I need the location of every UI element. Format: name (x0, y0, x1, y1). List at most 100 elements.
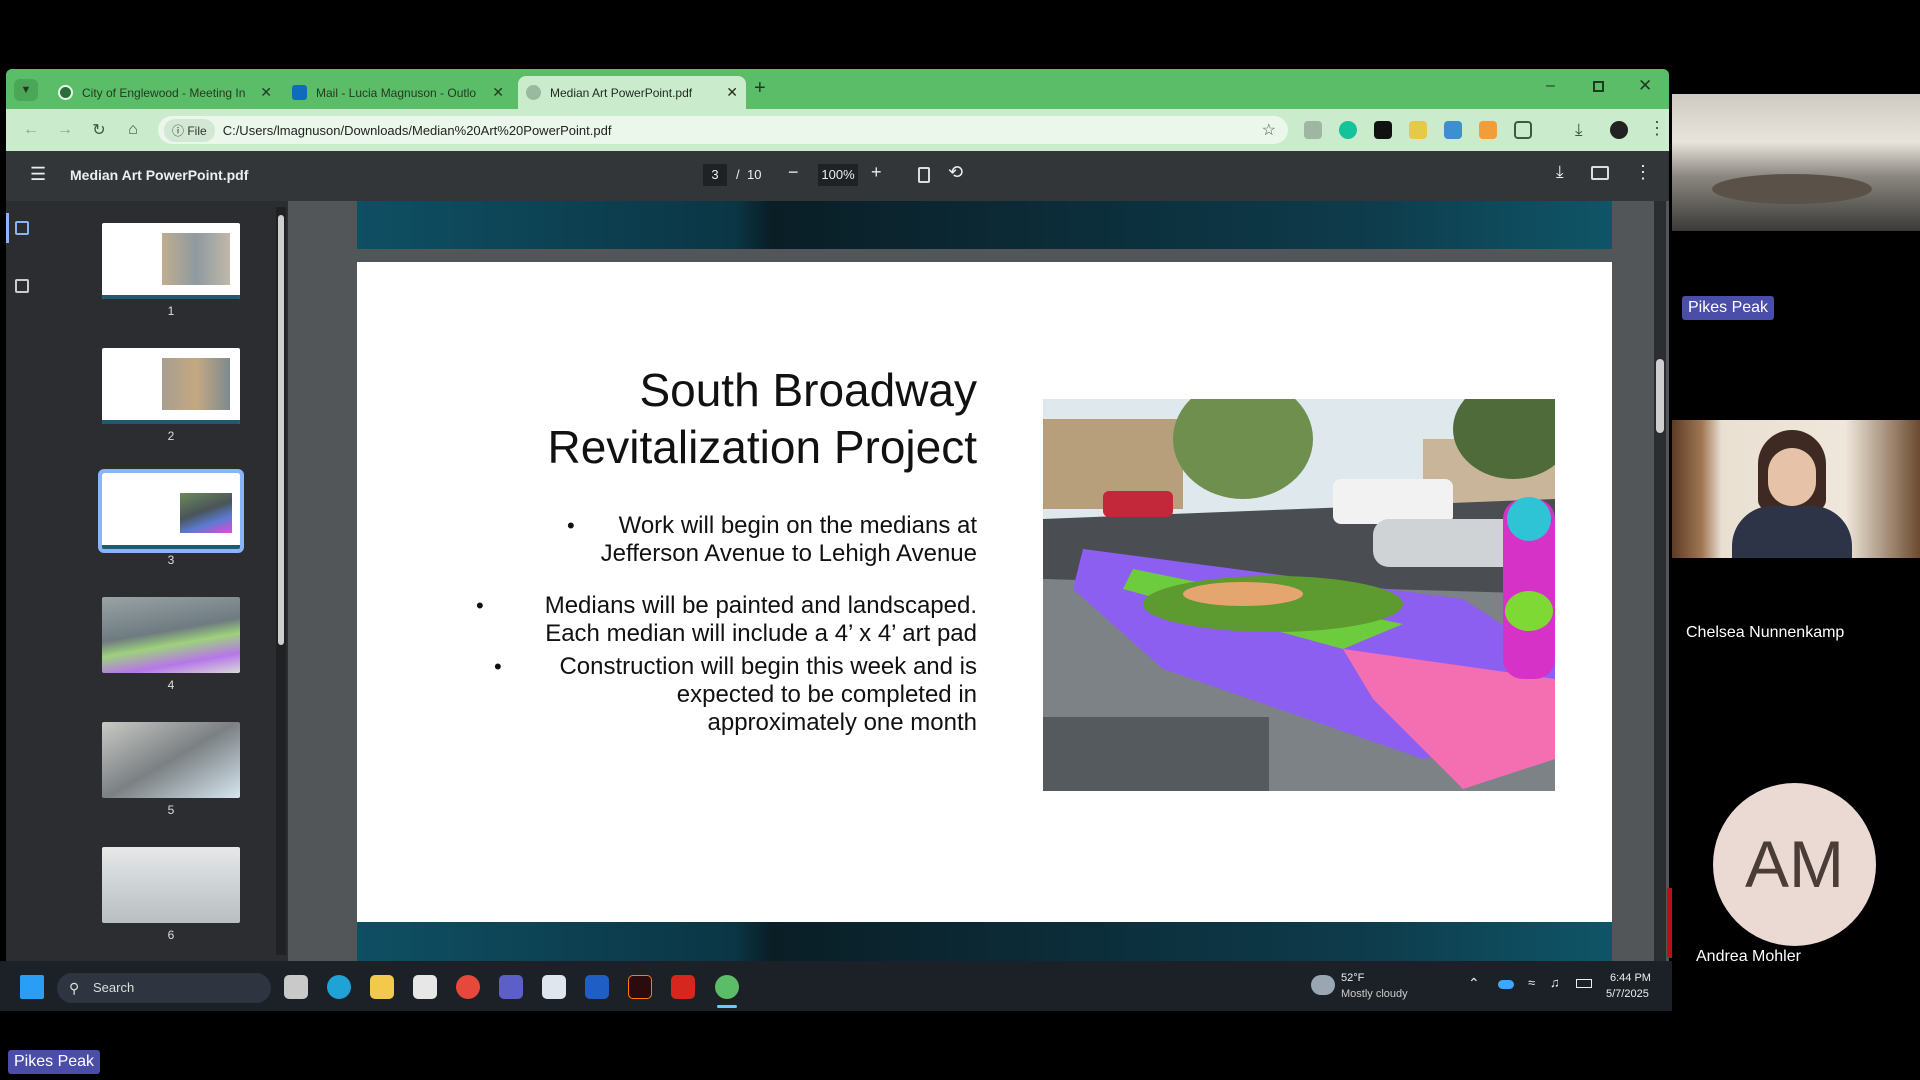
tab-search-button[interactable]: ▼ (14, 79, 38, 101)
minimize-icon[interactable]: – (1546, 77, 1555, 95)
thumbnail-photo (162, 233, 230, 285)
zoom-in-icon[interactable]: + (871, 162, 882, 183)
chrome-icon[interactable] (456, 975, 480, 999)
page-number-input[interactable]: 3 (703, 164, 727, 186)
page-thumbnail-2[interactable] (102, 348, 240, 424)
thumbnails-view-icon[interactable] (15, 221, 29, 235)
clock-date[interactable]: 5/7/2025 (1606, 988, 1649, 1000)
close-tab-icon[interactable]: ✕ (492, 84, 504, 101)
bullet-3-line-2: expected to be completed in (676, 681, 977, 708)
microsoft-store-icon[interactable] (413, 975, 437, 999)
file-chip-label: File (187, 123, 207, 138)
avatar-andrea-mohler: AM (1713, 783, 1876, 946)
maximize-icon[interactable] (1593, 81, 1604, 92)
thumbnail-photo (162, 358, 230, 410)
tab-median-art-pdf[interactable]: Median Art PowerPoint.pdf ✕ (518, 76, 746, 109)
viewer-scrollbar-thumb[interactable] (1656, 359, 1664, 433)
weather-temp: 52°F (1341, 972, 1365, 984)
dictionary-extension-icon[interactable] (1409, 121, 1427, 139)
bullet-3: • Construction will begin this week and … (487, 653, 977, 737)
outline-view-icon[interactable] (15, 279, 29, 293)
browser-menu-icon[interactable]: ⋮ (1648, 118, 1666, 139)
zoom-input[interactable]: 100% (818, 164, 858, 186)
weather-icon[interactable] (1311, 975, 1335, 995)
participant-person (1732, 430, 1852, 558)
bullet-dot: • (494, 654, 502, 679)
show-hidden-icons-icon[interactable]: ⌃ (1468, 975, 1480, 992)
fit-page-icon[interactable] (918, 167, 930, 183)
snipping-tool-icon[interactable] (542, 975, 566, 999)
page-thumbnail-1[interactable] (102, 223, 240, 299)
taskbar-search-box[interactable]: ⚲ Search (57, 973, 271, 1003)
wifi-icon[interactable]: ≈ (1528, 975, 1535, 990)
tab-title: Mail - Lucia Magnuson - Outlo (316, 85, 477, 100)
volume-icon[interactable]: ♫ (1550, 975, 1560, 990)
illustrator-icon[interactable] (628, 975, 652, 999)
page-thumbnail-3-selected[interactable] (98, 469, 244, 553)
word-icon[interactable] (585, 975, 609, 999)
close-tab-icon[interactable]: ✕ (726, 84, 738, 101)
profile-avatar[interactable] (1610, 121, 1628, 139)
reload-icon[interactable]: ↻ (82, 120, 116, 140)
puzzle-extensions-icon[interactable] (1514, 121, 1532, 139)
chrome-active-icon[interactable] (715, 975, 739, 999)
pdf-more-icon[interactable]: ⋮ (1634, 162, 1652, 183)
weather-desc: Mostly cloudy (1341, 988, 1408, 1000)
page-thumbnail-5[interactable] (102, 722, 240, 798)
zoom-out-icon[interactable]: − (788, 162, 799, 183)
windows-start-icon[interactable] (20, 975, 44, 999)
active-view-indicator (6, 213, 9, 243)
outlook-icon (292, 85, 307, 100)
grammarly-extension-icon[interactable] (1339, 121, 1357, 139)
battery-icon[interactable] (1576, 979, 1592, 988)
conference-table (1712, 174, 1872, 204)
participant-name-chelsea: Chelsea Nunnenkamp (1686, 624, 1845, 641)
median-rendering-illustration (1043, 399, 1555, 791)
onedrive-icon[interactable] (1498, 980, 1514, 989)
thumbnail-number: 2 (167, 429, 175, 443)
page-separator: / (736, 167, 740, 182)
bullet-2-line-2: Each median will include a 4’ x 4’ art p… (545, 620, 977, 647)
bullet-2: • Medians will be painted and landscaped… (467, 592, 977, 648)
back-icon[interactable]: ← (14, 121, 48, 139)
camera-extension-icon[interactable] (1304, 121, 1322, 139)
close-tab-icon[interactable]: ✕ (260, 84, 272, 101)
file-explorer-icon[interactable] (370, 975, 394, 999)
thumbnail-number: 6 (167, 928, 175, 942)
acrobat-icon[interactable] (671, 975, 695, 999)
rotate-icon[interactable]: ⟲ (948, 162, 963, 183)
page-thumbnail-4[interactable] (102, 597, 240, 673)
viewer-scrollbar[interactable] (1654, 201, 1666, 961)
right-edge-accent (1667, 888, 1672, 958)
blue-extension-icon[interactable] (1444, 121, 1462, 139)
rss-extension-icon[interactable] (1479, 121, 1497, 139)
thumbnail-scrollbar-thumb[interactable] (278, 215, 284, 645)
pdf-toolbar: ☰ Median Art PowerPoint.pdf 3 / 10 − 100… (6, 151, 1669, 201)
address-bar[interactable]: ⓘ File C:/Users/lmagnuson/Downloads/Medi… (158, 116, 1288, 144)
bullet-2-line-1: Medians will be painted and landscaped. (544, 592, 977, 619)
tab-extension-icon[interactable] (1374, 121, 1392, 139)
home-icon[interactable]: ⌂ (116, 121, 150, 139)
new-tab-button[interactable]: + (754, 77, 766, 100)
pdf-print-icon[interactable] (1591, 166, 1609, 180)
file-scheme-chip[interactable]: ⓘ File (164, 118, 215, 142)
bookmark-star-icon[interactable]: ☆ (1262, 120, 1276, 140)
thumbnail-number: 5 (167, 803, 175, 817)
previous-slide-footer (357, 201, 1612, 249)
pdf-viewer: South Broadway Revitalization Project • … (288, 201, 1669, 961)
clock-time[interactable]: 6:44 PM (1610, 972, 1651, 984)
tab-englewood[interactable]: City of Englewood - Meeting In ✕ (50, 76, 280, 109)
pdf-menu-icon[interactable]: ☰ (30, 164, 46, 185)
pdf-download-icon[interactable]: ⤓ (1556, 162, 1564, 182)
task-view-icon[interactable] (284, 975, 308, 999)
tab-title: City of Englewood - Meeting In (82, 85, 246, 100)
teams-icon[interactable] (499, 975, 523, 999)
median-rendering-image (1043, 399, 1555, 791)
close-window-icon[interactable]: ✕ (1638, 76, 1652, 96)
downloads-icon[interactable]: ⤓ (1575, 120, 1583, 140)
tab-outlook[interactable]: Mail - Lucia Magnuson - Outlo ✕ (284, 76, 512, 109)
forward-icon[interactable]: → (48, 121, 82, 139)
edge-icon[interactable] (327, 975, 351, 999)
participant-name-andrea: Andrea Mohler (1696, 948, 1801, 965)
page-thumbnail-6[interactable] (102, 847, 240, 923)
